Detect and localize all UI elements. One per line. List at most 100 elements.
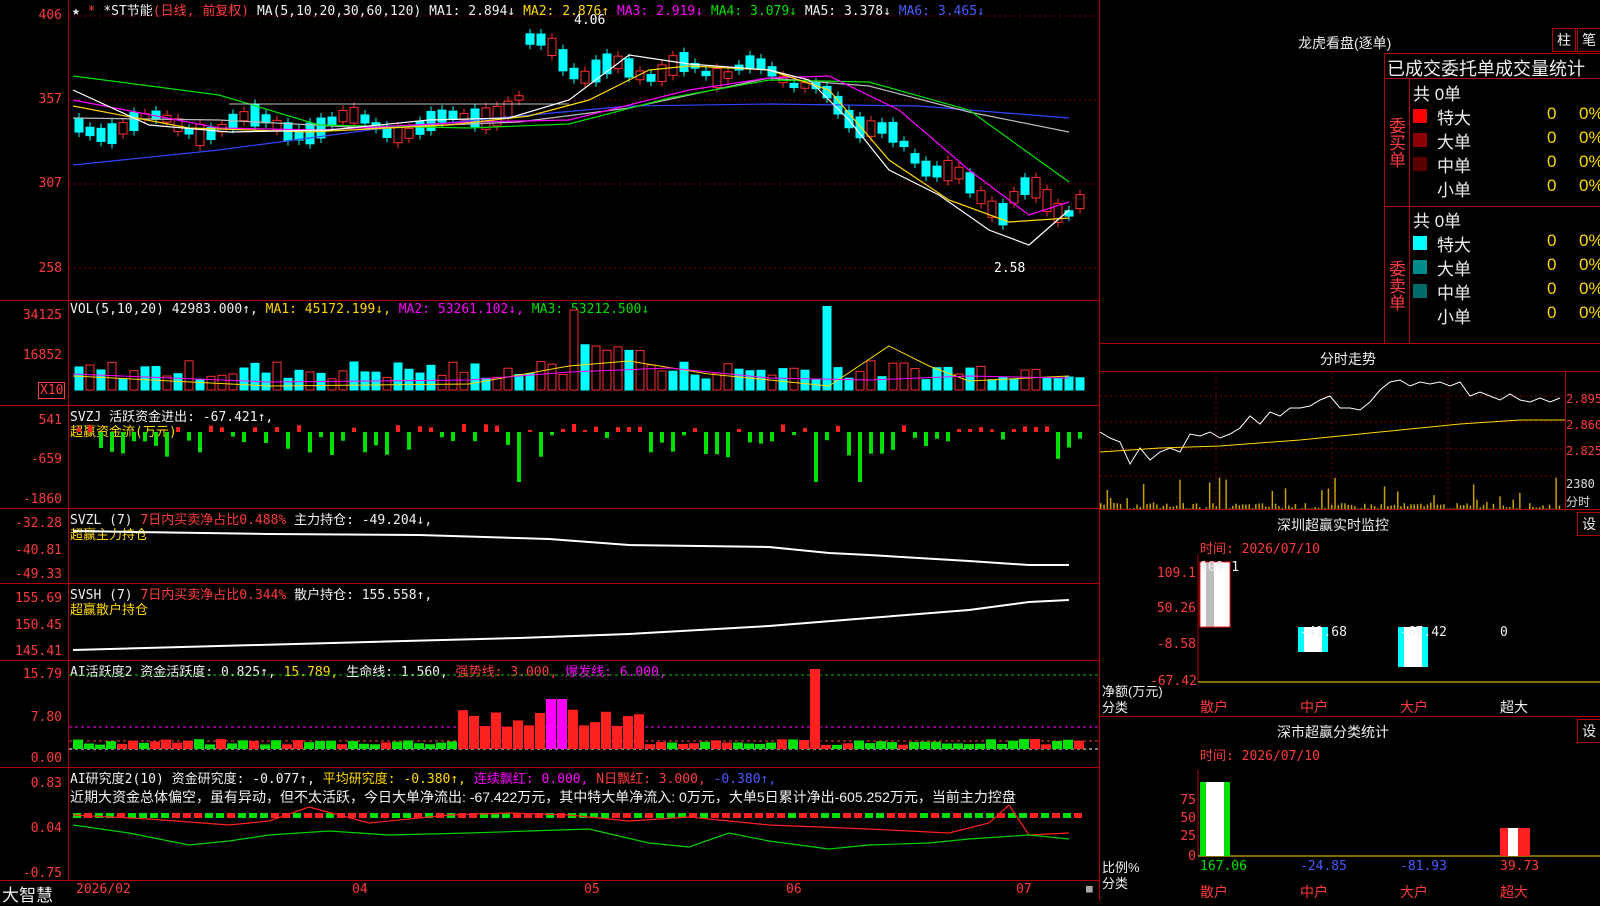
flow-bar [627, 427, 631, 432]
candle [86, 127, 94, 135]
activity-bar [447, 741, 457, 749]
volume-chart[interactable] [69, 306, 1099, 404]
flow-bar [594, 427, 598, 432]
flow-bar [484, 424, 488, 432]
cl-bar-retail-edge [1224, 782, 1230, 856]
volume-bar [196, 379, 204, 390]
divider [1100, 716, 1600, 717]
cl-bar-retail-edge [1200, 782, 1206, 856]
flow-bar [429, 427, 433, 432]
sell-count: 0 [1547, 279, 1556, 299]
volume-bar [988, 380, 996, 390]
volume-bar [306, 372, 314, 390]
candle [757, 59, 765, 69]
volume-bar [735, 369, 743, 390]
date-tick: 07 [1016, 882, 1032, 897]
activity-bar [623, 716, 633, 749]
research-bar [843, 813, 851, 818]
svzl-chart[interactable] [69, 509, 1099, 583]
volume-bar [834, 368, 842, 390]
bar-mode-button[interactable]: 柱 [1552, 28, 1576, 52]
volume-bar [515, 374, 523, 390]
activity-bar [832, 745, 842, 749]
price-grid [69, 16, 1099, 268]
realtime-settings-button[interactable]: 设 [1577, 512, 1600, 536]
research-bar [711, 813, 719, 818]
flow-bar [275, 427, 279, 432]
date-tick: 04 [352, 882, 368, 897]
cl-category: 中户 [1300, 882, 1328, 902]
cl-category: 超大 [1500, 882, 1528, 902]
activity-bar [810, 669, 820, 749]
sell-row: 大单00% [1413, 255, 1600, 279]
intraday-volume-bar [1219, 478, 1221, 509]
activity-bar [667, 742, 677, 749]
activity-bar [216, 739, 226, 749]
flow-bar [385, 432, 389, 455]
intraday-vol-tick: 2380 [1566, 477, 1595, 491]
activity-bar [172, 743, 182, 749]
activity-bar [755, 744, 765, 749]
intraday-volume-bar [1486, 502, 1488, 509]
volume-bar [504, 368, 512, 390]
intraday-volume-bar [1321, 490, 1323, 509]
activity-bar [392, 742, 402, 749]
buy-count: 0 [1547, 152, 1556, 172]
activity-bar [139, 743, 149, 749]
ai-research-chart[interactable] [69, 805, 1099, 880]
flow-bar [110, 432, 114, 452]
activity-bar [282, 744, 292, 749]
sell-swatch [1413, 284, 1427, 298]
candle [196, 124, 204, 145]
candle [647, 75, 655, 82]
candle [559, 50, 567, 71]
activity-bar [106, 741, 116, 749]
activity-bar [766, 743, 776, 749]
svsh-chart[interactable] [69, 584, 1099, 660]
activity-bar [645, 744, 655, 749]
research-bar [315, 813, 323, 818]
volume-bar [966, 368, 974, 390]
svzj-chart[interactable] [69, 406, 1099, 508]
buy-swatch [1413, 157, 1427, 171]
rt-category: 超大 [1500, 697, 1528, 717]
activity-bar [480, 726, 490, 749]
lock-icon[interactable]: ■ [1086, 882, 1093, 895]
intraday-grid [1100, 372, 1565, 509]
ai-research-avg: 平均研究度: -0.380↑, [323, 772, 466, 787]
activity-bar [711, 740, 721, 749]
kline-chart[interactable]: 4.06 2.58 [69, 0, 1099, 300]
volume-bar [350, 362, 358, 390]
svzj-tick: -659 [0, 452, 62, 467]
activity-bar [986, 739, 996, 749]
sell-total: 共 0单 [1413, 207, 1461, 231]
candle [108, 124, 116, 144]
flow-bar [616, 427, 620, 432]
candle [614, 56, 622, 68]
flow-bar [165, 432, 169, 457]
candle [911, 154, 919, 163]
date-tick: 05 [584, 882, 600, 897]
research-bar [733, 813, 741, 818]
classify-settings-button[interactable]: 设 [1577, 719, 1600, 743]
activity-bar [590, 722, 600, 749]
volume-bar [823, 306, 831, 390]
volume-bar [97, 370, 105, 390]
volume-bar [339, 371, 347, 390]
research-bar [381, 813, 389, 818]
flow-bar [308, 432, 312, 453]
flow-bar [396, 425, 400, 432]
intraday-volume-bar [1499, 496, 1501, 509]
volume-bar [537, 362, 545, 390]
candle [526, 34, 534, 44]
intraday-chart[interactable] [1100, 372, 1565, 509]
ai-active-chart[interactable] [69, 661, 1099, 767]
pen-mode-button[interactable]: 笔 [1577, 28, 1600, 52]
cl-bar-super-shade [1508, 828, 1518, 856]
research-bar [227, 813, 235, 818]
activity-bar [205, 744, 215, 749]
divider [1384, 53, 1600, 54]
flow-bar [671, 432, 675, 452]
flow-bar [704, 432, 708, 454]
candle [702, 71, 710, 75]
